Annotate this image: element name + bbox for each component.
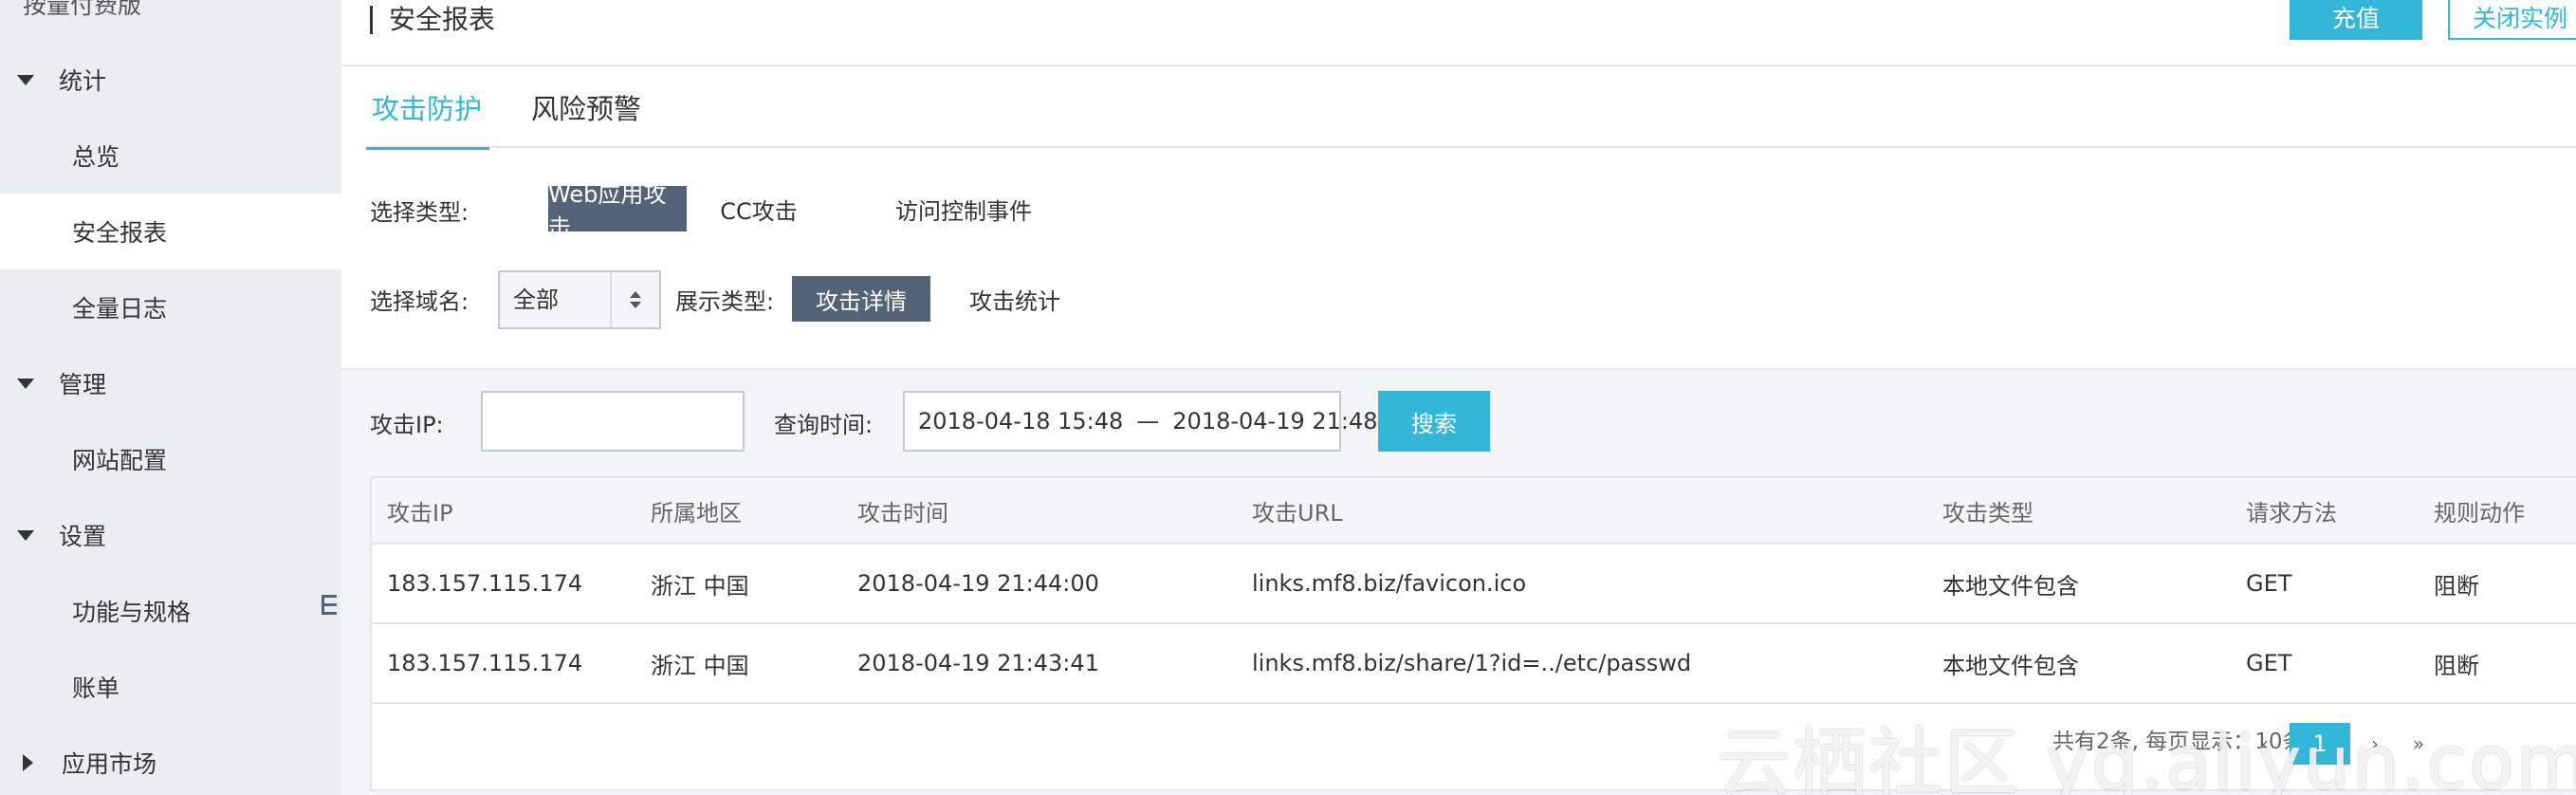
sidebar-item-features-specs[interactable]: 功能与规格	[0, 573, 341, 649]
cell-attack-ip: 183.157.115.174	[387, 570, 583, 597]
type-option-access-control[interactable]: 访问控制事件	[869, 186, 1058, 231]
sidebar-item-billing[interactable]: 账单	[0, 649, 341, 725]
column-header-attack-time: 攻击时间	[857, 499, 948, 527]
cell-attack-url: links.mf8.biz/favicon.ico	[1252, 570, 1527, 597]
cell-region: 浙江 中国	[651, 652, 749, 679]
domain-select-value: 全部	[513, 287, 559, 313]
column-header-attack-type: 攻击类型	[1942, 499, 2033, 527]
tab-risk-warning[interactable]: 风险预警	[531, 66, 641, 148]
caret-right-icon	[23, 754, 33, 771]
sidebar-item-label: 功能与规格	[72, 599, 192, 626]
search-button[interactable]: 搜索	[1378, 391, 1490, 452]
sidebar: 按量付费版 统计 总览 安全报表 全量日志 管理 网站配置 设置 功能与规格 账…	[0, 0, 341, 795]
sidebar-item-label: 网站配置	[72, 447, 168, 474]
title-bar: 安全报表 充值 关闭实例	[341, 0, 2576, 66]
cell-request-method: GET	[2246, 570, 2292, 597]
page-title: 安全报表	[389, 4, 496, 35]
sidebar-item-full-logs[interactable]: 全量日志	[0, 269, 341, 345]
column-header-attack-url: 攻击URL	[1252, 499, 1343, 527]
sidebar-collapse-icon[interactable]	[317, 586, 341, 624]
cell-region: 浙江 中国	[651, 572, 749, 600]
main-content: 安全报表 充值 关闭实例 攻击防护 风险预警 选择类型: Web应用攻击 CC攻…	[341, 0, 2576, 795]
attack-ip-input[interactable]	[481, 391, 745, 452]
caret-down-icon	[17, 529, 34, 541]
cell-attack-type: 本地文件包含	[1942, 572, 2079, 600]
recharge-button[interactable]: 充值	[2290, 0, 2422, 40]
column-header-region: 所属地区	[651, 499, 742, 527]
sidebar-item-site-config[interactable]: 网站配置	[0, 421, 341, 497]
sort-arrows-icon	[610, 272, 659, 327]
column-header-request-method: 请求方法	[2246, 499, 2337, 527]
sidebar-group-management[interactable]: 管理	[0, 345, 341, 421]
sidebar-group-settings[interactable]: 设置	[0, 497, 341, 573]
caret-down-icon	[17, 74, 34, 85]
display-type-label: 展示类型:	[675, 288, 775, 315]
sidebar-group-app-market[interactable]: 应用市场	[0, 725, 341, 795]
sidebar-group-label: 应用市场	[62, 750, 157, 778]
cell-rule-action: 阻断	[2434, 652, 2479, 679]
table-row: 183.157.115.174 浙江 中国 2018-04-19 21:44:0…	[372, 545, 2576, 624]
sidebar-item-overview[interactable]: 总览	[0, 118, 341, 194]
time-range-end: 2018-04-19 21:48	[1172, 408, 1378, 434]
sidebar-item-pay-as-you-go[interactable]: 按量付费版	[23, 0, 141, 21]
cell-attack-ip: 183.157.115.174	[387, 650, 583, 676]
title-marker	[370, 6, 373, 34]
cell-attack-url: links.mf8.biz/share/1?id=../etc/passwd	[1252, 650, 1692, 676]
display-option-attack-details[interactable]: 攻击详情	[792, 276, 930, 322]
tab-attack-protection[interactable]: 攻击防护	[365, 66, 490, 150]
sidebar-item-label: 总览	[72, 143, 120, 171]
table-row: 183.157.115.174 浙江 中国 2018-04-19 21:43:4…	[372, 624, 2576, 704]
column-header-rule-action: 规则动作	[2434, 499, 2525, 527]
sidebar-item-security-report[interactable]: 安全报表	[0, 194, 341, 269]
close-instance-button[interactable]: 关闭实例	[2448, 0, 2576, 40]
sidebar-group-statistics[interactable]: 统计	[0, 42, 341, 118]
time-range-separator: —	[1136, 408, 1160, 434]
query-time-label: 查询时间:	[774, 412, 874, 438]
sidebar-item-label: 账单	[72, 675, 120, 702]
tab-bar: 攻击防护 风险预警	[365, 66, 2576, 150]
sidebar-group-label: 管理	[59, 371, 107, 398]
caret-down-icon	[17, 378, 34, 389]
cell-rule-action: 阻断	[2434, 572, 2479, 600]
sidebar-item-label: 全量日志	[72, 295, 168, 323]
type-filter-label: 选择类型:	[370, 199, 469, 226]
attack-ip-label: 攻击IP:	[370, 412, 444, 438]
column-header-attack-ip: 攻击IP	[387, 499, 453, 527]
type-option-cc-attack[interactable]: CC攻击	[711, 186, 806, 231]
sidebar-item-label: 安全报表	[72, 219, 168, 247]
type-option-web-attack[interactable]: Web应用攻击	[548, 181, 687, 241]
cell-attack-time: 2018-04-19 21:44:00	[857, 570, 1099, 597]
cell-attack-time: 2018-04-19 21:43:41	[857, 650, 1099, 676]
table-header: 攻击IP 所属地区 攻击时间 攻击URL 攻击类型 请求方法 规则动作	[372, 478, 2576, 545]
time-range-start: 2018-04-18 15:48	[918, 408, 1124, 434]
cell-request-method: GET	[2246, 650, 2292, 676]
cell-attack-type: 本地文件包含	[1942, 652, 2079, 679]
domain-select[interactable]: 全部	[498, 270, 661, 329]
domain-filter-label: 选择域名:	[370, 288, 469, 315]
watermark: 云栖社区 yq.aliyun.com	[1717, 721, 2576, 795]
display-option-attack-stats[interactable]: 攻击统计	[948, 276, 1081, 322]
sidebar-group-label: 设置	[59, 523, 107, 550]
query-time-range-picker[interactable]: 2018-04-18 15:48 — 2018-04-19 21:48	[903, 391, 1378, 452]
sidebar-group-label: 统计	[59, 67, 107, 95]
